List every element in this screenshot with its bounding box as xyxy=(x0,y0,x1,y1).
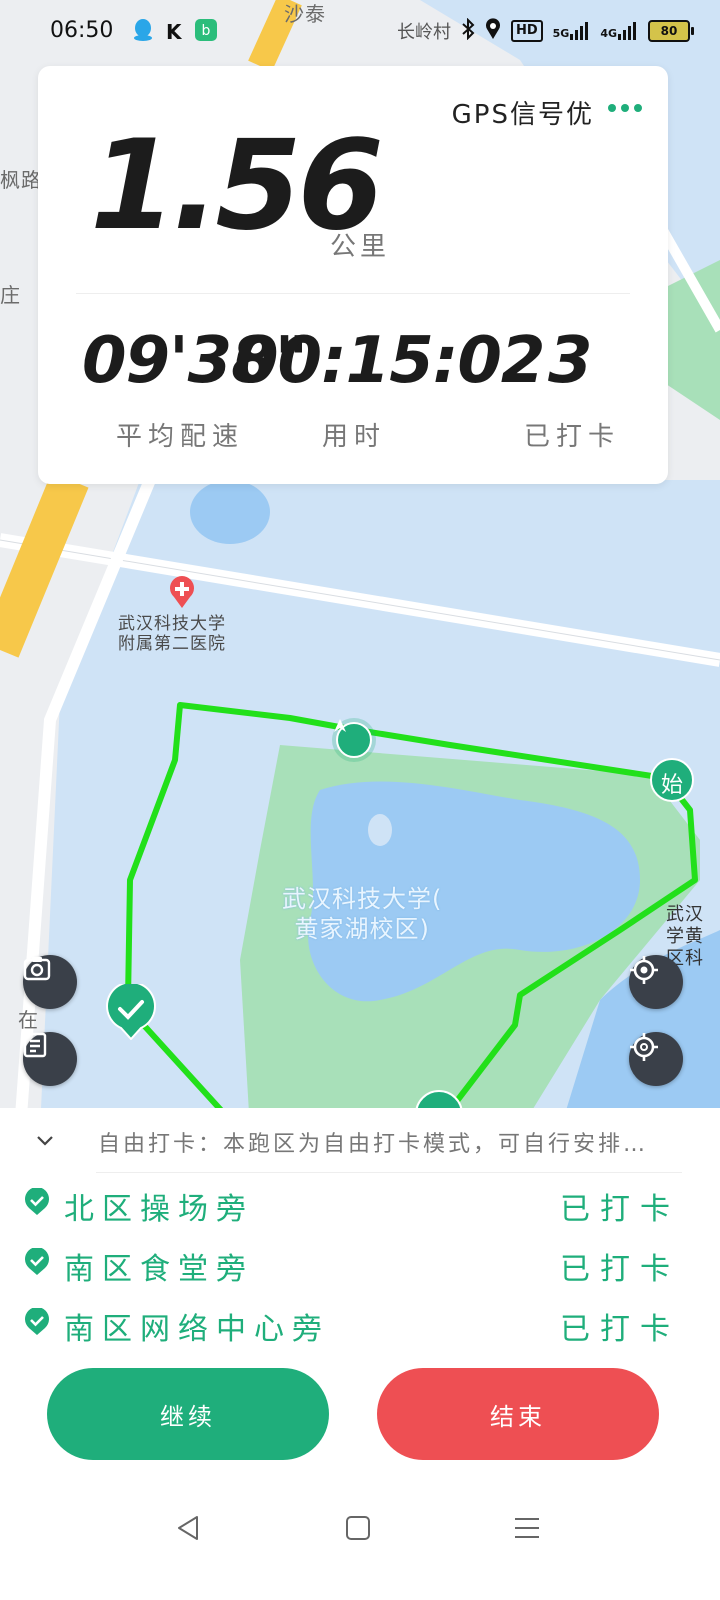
system-nav-bar xyxy=(0,1492,720,1600)
map-edge-label-2: 在 xyxy=(18,1008,39,1032)
gps-status: GPS信号优 xyxy=(451,100,594,130)
checkpoint-status: 已打卡 xyxy=(560,1252,680,1287)
notes-button[interactable] xyxy=(23,1032,77,1086)
signal-4g: 4G xyxy=(600,22,638,40)
distance-unit: 公里 xyxy=(330,232,391,262)
campus-label: 武汉科技大学( 黄家湖校区) xyxy=(282,885,443,943)
hospital-marker-icon[interactable] xyxy=(168,575,196,609)
hd-badge: HD xyxy=(510,20,543,42)
checkpoint-status: 已打卡 xyxy=(560,1312,680,1347)
more-options-icon[interactable] xyxy=(608,104,642,112)
checkpoint-name: 北区操场旁 xyxy=(64,1192,254,1227)
b-app-icon: b xyxy=(194,18,218,46)
nav-menu-icon[interactable] xyxy=(507,1510,547,1546)
bluetooth-icon xyxy=(461,17,475,44)
checkins-label: 已打卡 xyxy=(524,422,621,452)
checkpoint-marker-icon[interactable] xyxy=(106,984,156,1040)
check-circle-icon xyxy=(24,1247,50,1280)
signal-5g-label: 5G xyxy=(552,27,570,40)
continue-button[interactable]: 继续 xyxy=(47,1368,329,1460)
checkpoint-name: 南区网络中心旁 xyxy=(64,1312,330,1347)
road-label-left: 枫路 xyxy=(0,168,42,192)
checkins-value: 3 xyxy=(548,324,593,398)
start-marker-label: 始 xyxy=(660,773,683,798)
clock: 06:50 xyxy=(50,18,114,43)
checkpoint-status: 已打卡 xyxy=(560,1192,680,1227)
locate-button[interactable] xyxy=(629,955,683,1009)
nav-home-icon[interactable] xyxy=(338,1510,378,1546)
signal-5g: 5G xyxy=(553,22,591,40)
svg-text:b: b xyxy=(201,23,210,39)
notice-divider xyxy=(96,1172,682,1173)
signal-4g-label: 4G xyxy=(600,27,617,40)
camera-button[interactable] xyxy=(23,955,77,1009)
gps-pin-icon xyxy=(485,18,501,44)
checkpoint-name: 南区食堂旁 xyxy=(64,1252,254,1287)
stats-divider xyxy=(76,293,630,294)
hospital-label: 武汉科技大学 附属第二医院 xyxy=(118,614,226,654)
chevron-down-icon[interactable] xyxy=(36,1132,54,1151)
status-bar: 06:50 K b 长岭村 HD 5G 4G 80 xyxy=(0,0,720,64)
checkpoint-row: 南区食堂旁 已打卡 xyxy=(0,1234,720,1290)
checkpoint-row: 北区操场旁 已打卡 xyxy=(0,1174,720,1230)
end-button[interactable]: 结束 xyxy=(377,1368,659,1460)
duration-value: 00:15:02 xyxy=(234,324,545,398)
check-circle-icon xyxy=(24,1307,50,1340)
location-text: 长岭村 xyxy=(396,22,451,43)
duration-label: 用时 xyxy=(322,422,387,452)
start-marker-icon[interactable]: 始 xyxy=(650,758,694,806)
qq-icon xyxy=(132,18,154,46)
run-stats-card: GPS信号优 1.56 公里 09'38" 00:15:02 3 平均配速 用时… xyxy=(38,66,668,484)
k-app-icon: K xyxy=(166,20,182,44)
battery-indicator: 80 xyxy=(648,20,694,42)
recenter-button[interactable] xyxy=(629,1032,683,1086)
free-checkin-notice: 自由打卡：本跑区为自由打卡模式，可自行安排… xyxy=(98,1132,649,1157)
checkpoint-row: 南区网络中心旁 已打卡 xyxy=(0,1294,720,1350)
pace-label: 平均配速 xyxy=(116,422,245,452)
notice-row[interactable]: 自由打卡：本跑区为自由打卡模式，可自行安排… xyxy=(0,1108,720,1172)
map-edge-label-1: 庄 xyxy=(0,283,21,307)
current-position-icon xyxy=(332,718,376,762)
nav-back-icon[interactable] xyxy=(168,1510,208,1546)
check-circle-icon xyxy=(24,1187,50,1220)
